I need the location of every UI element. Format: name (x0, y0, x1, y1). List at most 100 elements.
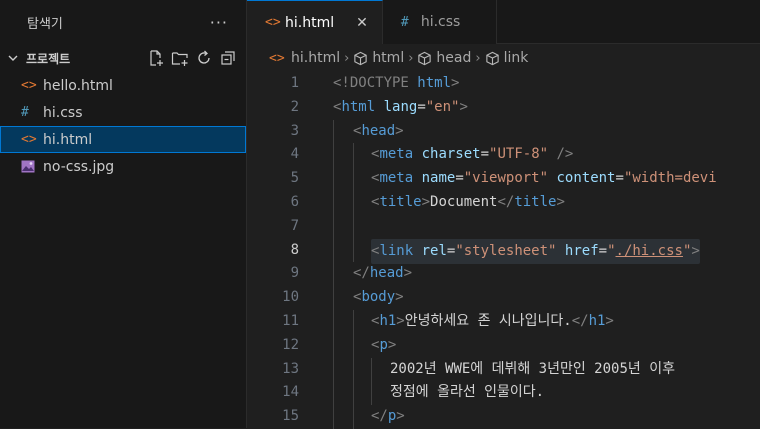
file-item-hi-html[interactable]: <> hi.html (0, 126, 246, 153)
chevron-right-icon: › (344, 50, 350, 66)
file-item-no-css-jpg[interactable]: no-css.jpg (0, 153, 246, 180)
chevron-down-icon[interactable] (6, 52, 20, 64)
breadcrumb-label: html (372, 50, 405, 66)
code-line-content: <link rel="stylesheet" href="./hi.css"> (371, 238, 700, 265)
css-link-path[interactable]: ./hi.css (616, 243, 683, 259)
indent-guide (333, 381, 334, 406)
line-number: 13 (282, 360, 299, 377)
indent-guide (353, 214, 354, 239)
html-file-icon: <> (21, 132, 37, 147)
indent-guide (353, 167, 354, 191)
indent-guide (353, 238, 354, 263)
line-number: 2 (290, 98, 299, 115)
code-line-content: </p> (371, 408, 405, 425)
indent-guide (333, 167, 334, 191)
code-line-content: <p> (371, 336, 397, 353)
indent-guide (353, 309, 354, 334)
code-line-current: 8 <link rel="stylesheet" href="./hi.css"… (247, 238, 760, 265)
breadcrumb-label: link (503, 50, 529, 66)
file-item-label: no-css.jpg (43, 158, 115, 175)
breadcrumb: <> hi.html › html › head › link (247, 44, 760, 72)
explorer-sidebar: 탐색기 ··· 프로젝트 <> hello.html # hi.css <> h… (0, 0, 247, 428)
file-item-hi-css[interactable]: # hi.css (0, 99, 246, 126)
code-line: 1 <!DOCTYPE html> (247, 72, 760, 96)
explorer-actions (146, 48, 238, 68)
line-number: 9 (290, 265, 299, 282)
code-line-content: <!DOCTYPE html> (333, 75, 460, 91)
code-line-content: <body> (353, 289, 404, 306)
indent-guide (333, 119, 334, 144)
new-file-icon[interactable] (146, 48, 166, 68)
html-file-icon: <> (265, 15, 281, 30)
tab-label: hi.css (420, 14, 461, 30)
editor-area: <> hi.html ✕ # hi.css <> hi.html › html … (247, 0, 760, 429)
breadcrumb-label: hi.html (291, 50, 341, 66)
code-line: 7 (247, 214, 760, 239)
line-number: 4 (290, 146, 299, 163)
breadcrumb-item-link[interactable]: link (485, 50, 529, 66)
line-number: 5 (290, 170, 299, 187)
line-number: 14 (282, 384, 299, 401)
code-line-content: <html lang="en"> (333, 98, 468, 115)
file-item-label: hi.css (43, 104, 83, 121)
indent-guide (371, 381, 372, 406)
file-item-hello-html[interactable]: <> hello.html (0, 72, 246, 99)
code-line: 6 <title>Document</title> (247, 190, 760, 215)
code-line-content: 2002년 WWE에 데뷔해 3년만인 2005년 이후 (390, 360, 675, 377)
line-number: 11 (282, 312, 299, 329)
file-item-label: hi.html (43, 131, 93, 148)
indent-guide (353, 333, 354, 358)
indent-guide (353, 381, 354, 406)
indent-guide (333, 357, 334, 382)
tab-hi-html[interactable]: <> hi.html ✕ (247, 0, 383, 44)
line-number: 1 (290, 75, 299, 91)
explorer-title: 탐색기 (27, 16, 63, 32)
breadcrumb-item-file[interactable]: <> hi.html (269, 50, 340, 66)
code-line: 5 <meta name="viewport" content="width=d… (247, 167, 760, 191)
code-line-content: <head> (353, 122, 404, 139)
code-line: 2 <html lang="en"> (247, 96, 760, 120)
refresh-icon[interactable] (194, 48, 214, 68)
code-editor[interactable]: 1 <!DOCTYPE html> 2 <html lang="en"> 3 <… (247, 72, 760, 429)
symbol-element-icon (353, 51, 368, 66)
css-file-icon: # (21, 105, 29, 120)
indent-guide (333, 262, 334, 287)
project-folder-header[interactable]: 프로젝트 (0, 44, 246, 72)
html-file-icon: <> (269, 50, 285, 66)
code-line: 4 <meta charset="UTF-8" /> (247, 143, 760, 168)
symbol-element-icon (485, 51, 500, 66)
close-icon[interactable]: ✕ (356, 15, 368, 31)
file-item-label: hello.html (43, 77, 113, 94)
breadcrumb-item-html[interactable]: html (353, 50, 404, 66)
tab-hi-css[interactable]: # hi.css (382, 0, 498, 44)
code-line: 13 2002년 WWE에 데뷔해 3년만인 2005년 이후 (247, 357, 760, 382)
explorer-header: 탐색기 ··· (0, 0, 246, 44)
more-actions-icon[interactable]: ··· (210, 13, 228, 32)
indent-guide (333, 143, 334, 168)
code-line: 10 <body> (247, 286, 760, 310)
project-folder-label: 프로젝트 (26, 51, 71, 66)
tab-bar: <> hi.html ✕ # hi.css (247, 0, 760, 44)
image-file-icon (21, 160, 43, 173)
indent-guide (333, 214, 334, 239)
chevron-right-icon: › (408, 50, 414, 66)
code-line-content: <meta name="viewport" content="width=dev… (371, 170, 717, 187)
indent-guide (371, 357, 372, 382)
line-number: 6 (290, 193, 299, 210)
breadcrumb-item-head[interactable]: head (417, 50, 471, 66)
code-line-content: 정점에 올라선 인물이다. (390, 384, 545, 401)
breadcrumb-label: head (436, 50, 472, 66)
new-folder-icon[interactable] (170, 48, 190, 68)
indent-guide (333, 190, 334, 215)
collapse-all-icon[interactable] (218, 48, 238, 68)
code-line: 9 </head> (247, 262, 760, 287)
line-number: 7 (290, 217, 299, 234)
code-line: 3 <head> (247, 119, 760, 144)
code-line-content: <title>Document</title> (371, 193, 565, 210)
code-line-content: </head> (353, 265, 413, 282)
code-line: 11 <h1>안녕하세요 존 시나입니다.</h1> (247, 309, 760, 334)
indent-guide (333, 238, 334, 263)
line-number: 3 (290, 122, 299, 139)
line-number: 15 (282, 408, 299, 425)
symbol-element-icon (417, 51, 432, 66)
